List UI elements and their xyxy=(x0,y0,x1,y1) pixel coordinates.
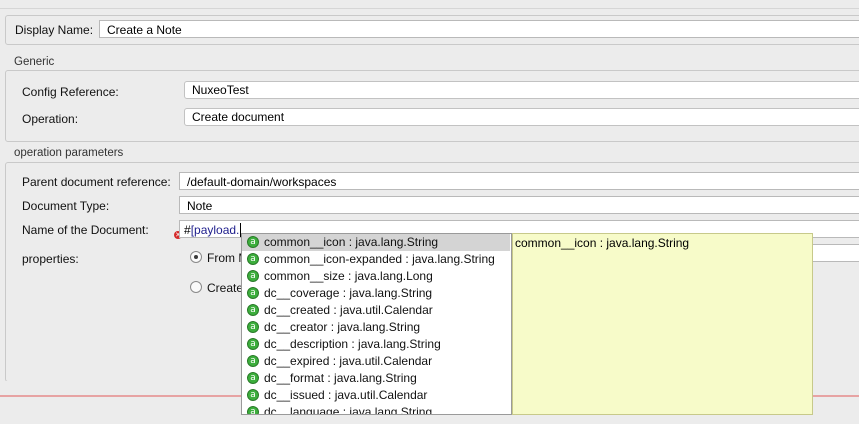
autocomplete-item[interactable]: a common__icon : java.lang.String xyxy=(242,234,510,251)
display-name-panel: Display Name: Create a Note xyxy=(5,15,859,45)
attribute-icon: a xyxy=(247,389,259,401)
autocomplete-item-label: common__icon : java.lang.String xyxy=(264,235,439,249)
document-type-label: Document Type: xyxy=(22,199,110,213)
display-name-label: Display Name: xyxy=(15,23,94,37)
document-name-hash: # xyxy=(184,223,191,237)
document-name-label: Name of the Document: xyxy=(22,223,149,237)
top-edge xyxy=(0,0,859,9)
autocomplete-item[interactable]: a dc__coverage : java.lang.String xyxy=(242,285,510,302)
attribute-icon: a xyxy=(247,338,259,350)
autocomplete-item-label: dc__expired : java.util.Calendar xyxy=(264,354,433,368)
autocomplete-item[interactable]: a common__size : java.lang.Long xyxy=(242,268,510,285)
autocomplete-item[interactable]: a dc__description : java.lang.String xyxy=(242,336,510,353)
autocomplete-item[interactable]: a dc__format : java.lang.String xyxy=(242,370,510,387)
attribute-icon: a xyxy=(247,253,259,265)
properties-field[interactable] xyxy=(812,244,859,262)
attribute-icon: a xyxy=(247,270,259,282)
operation-value: Create document xyxy=(192,110,285,124)
config-reference-value: NuxeoTest xyxy=(192,83,249,97)
attribute-icon: a xyxy=(247,287,259,299)
generic-section-title: Generic xyxy=(14,56,55,68)
autocomplete-item[interactable]: a dc__expired : java.util.Calendar xyxy=(242,353,510,370)
config-reference-combo[interactable]: NuxeoTest xyxy=(184,81,859,99)
autocomplete-item[interactable]: a common__icon-expanded : java.lang.Strin… xyxy=(242,251,510,268)
attribute-icon: a xyxy=(247,304,259,316)
operation-combo[interactable]: Create document xyxy=(184,108,859,126)
autocomplete-item[interactable]: a dc__language : java.lang.String xyxy=(242,404,510,415)
operation-parameters-title: operation parameters xyxy=(14,147,124,159)
document-name-expression: [payload. xyxy=(190,223,240,237)
autocomplete-list[interactable]: a common__icon : java.lang.String a common_… xyxy=(241,233,512,415)
attribute-icon: a xyxy=(247,372,259,384)
autocomplete-item-label: dc__creator : java.lang.String xyxy=(264,320,421,334)
autocomplete-item-label: common__size : java.lang.Long xyxy=(264,269,433,283)
display-name-field[interactable]: Create a Note xyxy=(99,20,859,38)
autocomplete-item-label: dc__issued : java.util.Calendar xyxy=(264,388,428,402)
autocomplete-item[interactable]: a dc__issued : java.util.Calendar xyxy=(242,387,510,404)
attribute-icon: a xyxy=(247,355,259,367)
create-radio-label: Create xyxy=(207,281,244,295)
autocomplete-item-label: dc__description : java.lang.String xyxy=(264,337,441,351)
document-type-field[interactable]: Note xyxy=(179,196,859,214)
config-reference-label: Config Reference: xyxy=(22,85,119,99)
display-name-value: Create a Note xyxy=(107,23,182,37)
parent-document-field[interactable]: /default-domain/workspaces xyxy=(179,172,859,190)
autocomplete-item-label: dc__coverage : java.lang.String xyxy=(264,286,433,300)
parent-document-value: /default-domain/workspaces xyxy=(187,175,337,189)
attribute-icon: a xyxy=(247,321,259,333)
attribute-icon: a xyxy=(247,406,259,414)
create-radio[interactable] xyxy=(190,281,202,293)
autocomplete-doc-panel: common__icon : java.lang.String xyxy=(512,233,813,415)
autocomplete-doc-text: common__icon : java.lang.String xyxy=(515,236,690,250)
operation-label: Operation: xyxy=(22,112,79,126)
document-type-value: Note xyxy=(187,199,213,213)
autocomplete-item-label: common__icon-expanded : java.lang.String xyxy=(264,252,495,266)
autocomplete-item-label: dc__format : java.lang.String xyxy=(264,371,417,385)
autocomplete-item[interactable]: a dc__created : java.util.Calendar xyxy=(242,302,510,319)
autocomplete-item[interactable]: a dc__creator : java.lang.String xyxy=(242,319,510,336)
parent-document-label: Parent document reference: xyxy=(22,175,171,189)
from-radio[interactable] xyxy=(190,251,202,263)
attribute-icon: a xyxy=(247,236,259,248)
autocomplete-item-label: dc__created : java.util.Calendar xyxy=(264,303,433,317)
properties-label: properties: xyxy=(22,252,79,266)
autocomplete-item-label: dc__language : java.lang.String xyxy=(264,405,433,415)
generic-panel: Config Reference: NuxeoTest Operation: C… xyxy=(5,70,859,142)
